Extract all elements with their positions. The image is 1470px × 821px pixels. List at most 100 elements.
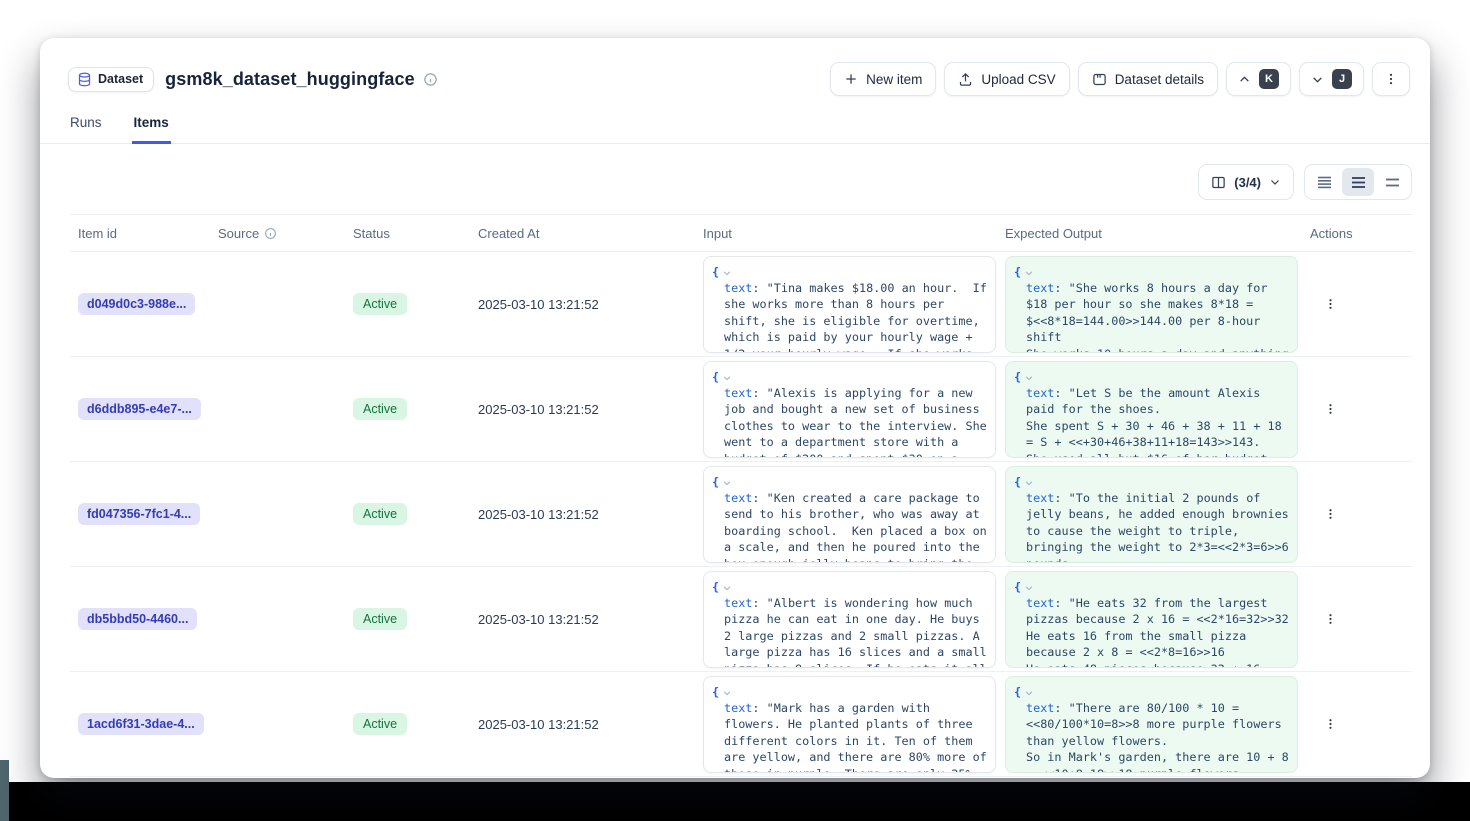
expected-output-json-preview[interactable]: { text: "Let S be the amount Alexis paid… (1005, 361, 1298, 458)
column-header-source[interactable]: Source (210, 226, 345, 241)
collapse-chevron-icon[interactable] (722, 373, 732, 383)
collapse-chevron-icon[interactable] (722, 268, 732, 278)
row-height-small-icon (1317, 176, 1332, 189)
item-id-badge[interactable]: db5bbd50-4460... (78, 608, 197, 630)
item-id-cell: fd047356-7fc1-4... (70, 503, 210, 525)
json-key: text (724, 701, 752, 715)
expected-output-cell: { text: "She works 8 hours a day for $18… (997, 256, 1302, 353)
chevron-down-icon (1311, 73, 1324, 86)
row-actions-button[interactable] (1318, 712, 1343, 736)
dataset-type-label: Dataset (98, 72, 143, 86)
expected-output-json-preview[interactable]: { text: "There are 80/100 * 10 = <<80/10… (1005, 676, 1298, 773)
json-open-brace: { (1014, 474, 1021, 490)
table-row: db5bbd50-4460... Active 2025-03-10 13:21… (70, 567, 1412, 672)
json-key: text (1026, 596, 1054, 610)
new-item-label: New item (866, 72, 922, 87)
collapse-chevron-icon[interactable] (1024, 478, 1034, 488)
item-id-badge[interactable]: d049d0c3-988e... (78, 293, 195, 315)
more-options-button[interactable] (1372, 62, 1410, 96)
row-actions-button[interactable] (1318, 502, 1343, 526)
row-actions-button[interactable] (1318, 397, 1343, 421)
collapse-chevron-icon[interactable] (722, 688, 732, 698)
column-header-item-id[interactable]: Item id (70, 226, 210, 241)
json-open-brace: { (712, 684, 719, 700)
kebab-menu-icon (1324, 506, 1337, 522)
item-id-cell: d049d0c3-988e... (70, 293, 210, 315)
previous-item-button[interactable]: K (1226, 62, 1291, 96)
json-key: text (1026, 491, 1054, 505)
dataset-details-icon (1092, 72, 1107, 87)
item-id-badge[interactable]: 1acd6f31-3dae-4... (78, 713, 204, 735)
tab-runs[interactable]: Runs (68, 108, 104, 143)
title-info-icon[interactable] (423, 72, 438, 87)
column-header-created-at[interactable]: Created At (470, 226, 695, 241)
tab-items[interactable]: Items (132, 108, 171, 144)
new-item-button[interactable]: New item (830, 62, 936, 96)
expected-output-json-preview[interactable]: { text: "To the initial 2 pounds of jell… (1005, 466, 1298, 563)
dataset-details-button[interactable]: Dataset details (1078, 62, 1218, 96)
collapse-chevron-icon[interactable] (1024, 373, 1034, 383)
collapse-chevron-icon[interactable] (722, 478, 732, 488)
table-row: fd047356-7fc1-4... Active 2025-03-10 13:… (70, 462, 1412, 567)
input-json-preview[interactable]: { text: "Mark has a garden with flowers.… (703, 676, 996, 773)
column-header-expected-output[interactable]: Expected Output (997, 226, 1302, 241)
created-at-cell: 2025-03-10 13:21:52 (470, 297, 695, 312)
row-height-medium-icon (1351, 176, 1366, 189)
input-cell: { text: "Alexis is applying for a new jo… (695, 361, 997, 458)
input-json-preview[interactable]: { text: "Ken created a care package to s… (703, 466, 996, 563)
collapse-chevron-icon[interactable] (1024, 268, 1034, 278)
kebab-menu-icon (1324, 611, 1337, 627)
column-header-input[interactable]: Input (695, 226, 997, 241)
json-open-brace: { (712, 264, 719, 280)
json-key: text (724, 596, 752, 610)
row-height-toggle (1304, 164, 1412, 200)
columns-count-label: (3/4) (1234, 175, 1261, 190)
row-height-large-button[interactable] (1376, 168, 1408, 196)
kebab-menu-icon (1324, 401, 1337, 417)
item-id-badge[interactable]: fd047356-7fc1-4... (78, 503, 200, 525)
input-json-preview[interactable]: { text: "Tina makes $18.00 an hour. If s… (703, 256, 996, 353)
dataset-details-label: Dataset details (1115, 72, 1204, 87)
item-id-cell: db5bbd50-4460... (70, 608, 210, 630)
source-info-icon[interactable] (264, 227, 277, 240)
collapse-chevron-icon[interactable] (722, 583, 732, 593)
expected-output-json-preview[interactable]: { text: "He eats 32 from the largest piz… (1005, 571, 1298, 668)
input-cell: { text: "Mark has a garden with flowers.… (695, 676, 997, 773)
input-json-preview[interactable]: { text: "Alexis is applying for a new jo… (703, 361, 996, 458)
row-height-large-icon (1385, 176, 1400, 189)
json-key: text (724, 386, 752, 400)
row-actions-button[interactable] (1318, 292, 1343, 316)
collapse-chevron-icon[interactable] (1024, 583, 1034, 593)
row-actions-button[interactable] (1318, 607, 1343, 631)
chevron-up-icon (1238, 73, 1251, 86)
row-height-medium-button[interactable] (1342, 168, 1374, 196)
column-header-status[interactable]: Status (345, 226, 470, 241)
expected-output-cell: { text: "He eats 32 from the largest piz… (997, 571, 1302, 668)
json-key: text (1026, 386, 1054, 400)
status-cell: Active (345, 608, 470, 630)
created-at-cell: 2025-03-10 13:21:52 (470, 717, 695, 732)
json-key: text (724, 491, 752, 505)
next-item-button[interactable]: J (1299, 62, 1364, 96)
json-open-brace: { (712, 579, 719, 595)
chevron-down-icon (1269, 176, 1281, 188)
input-cell: { text: "Ken created a care package to s… (695, 466, 997, 563)
status-cell: Active (345, 713, 470, 735)
json-key: text (1026, 701, 1054, 715)
row-height-small-button[interactable] (1308, 168, 1340, 196)
dataset-page-card: Dataset gsm8k_dataset_huggingface New it… (40, 38, 1430, 778)
kebab-menu-icon (1384, 71, 1398, 87)
collapse-chevron-icon[interactable] (1024, 688, 1034, 698)
input-json-preview[interactable]: { text: "Albert is wondering how much pi… (703, 571, 996, 668)
status-badge: Active (353, 713, 407, 735)
expected-output-json-preview[interactable]: { text: "She works 8 hours a day for $18… (1005, 256, 1298, 353)
item-id-cell: d6ddb895-e4e7-... (70, 398, 210, 420)
columns-selector-button[interactable]: (3/4) (1198, 164, 1294, 200)
upload-csv-button[interactable]: Upload CSV (944, 62, 1069, 96)
status-badge: Active (353, 608, 407, 630)
item-id-badge[interactable]: d6ddb895-e4e7-... (78, 398, 201, 420)
input-cell: { text: "Tina makes $18.00 an hour. If s… (695, 256, 997, 353)
created-at-cell: 2025-03-10 13:21:52 (470, 402, 695, 417)
table-row: 1acd6f31-3dae-4... Active 2025-03-10 13:… (70, 672, 1412, 777)
tab-bar: Runs Items (40, 108, 1430, 144)
